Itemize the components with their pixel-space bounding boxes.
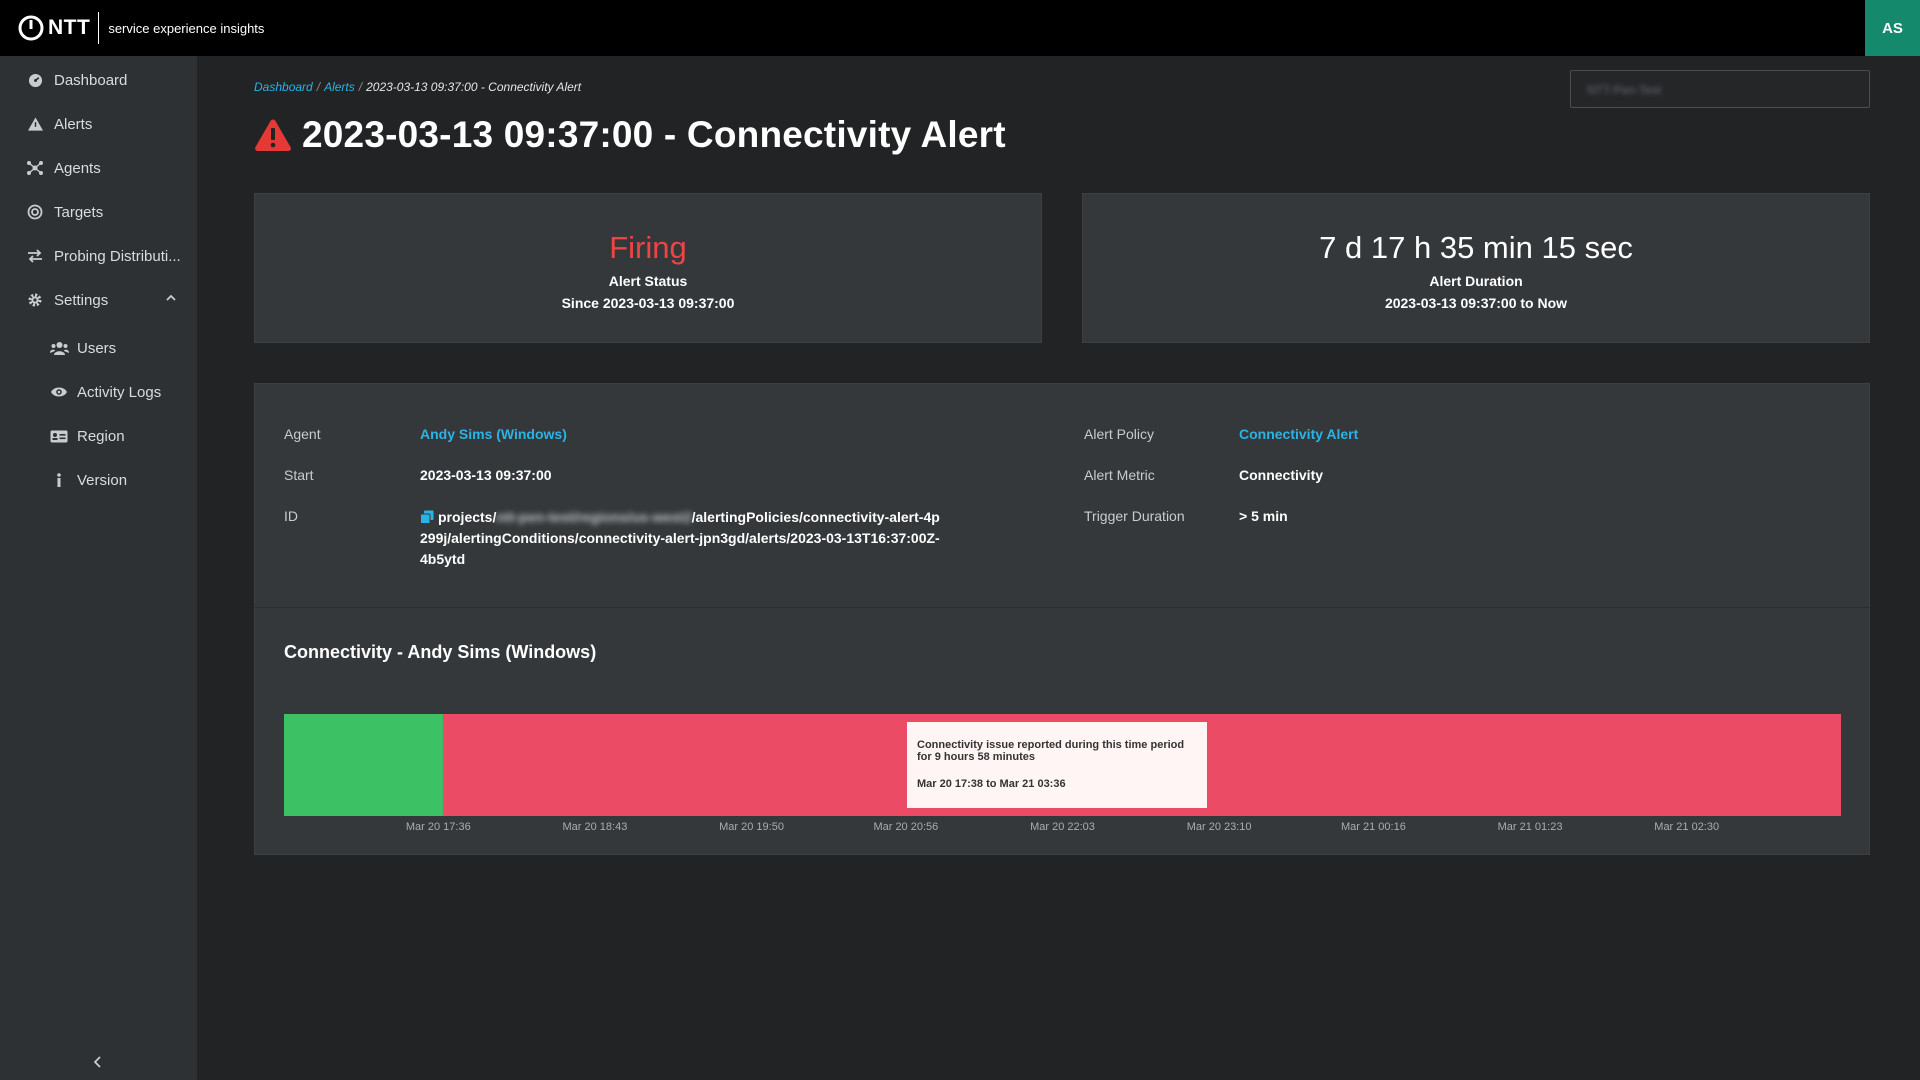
product-subtitle: service experience insights bbox=[108, 20, 265, 36]
start-label: Start bbox=[284, 467, 314, 483]
sidebar-item-label: Users bbox=[77, 339, 117, 357]
project-selector-value: NTT-Pen-Test bbox=[1587, 83, 1662, 97]
tooltip-summary: Connectivity issue reported during this … bbox=[917, 739, 1185, 763]
users-icon bbox=[49, 339, 69, 357]
alert-duration-card: 7 d 17 h 35 min 15 sec Alert Duration 20… bbox=[1082, 193, 1870, 343]
brand-name: NTT bbox=[48, 16, 91, 39]
chevron-up-icon[interactable] bbox=[166, 294, 176, 302]
sidebar-item-targets[interactable]: Targets bbox=[0, 192, 198, 232]
x-tick-label: Mar 21 00:16 bbox=[1341, 821, 1406, 833]
alert-policy-link[interactable]: Connectivity Alert bbox=[1239, 426, 1358, 442]
x-tick-label: Mar 20 19:50 bbox=[719, 821, 784, 833]
alert-id-value: projects/ntt-pen-test/regions/us-west2/a… bbox=[420, 507, 940, 570]
trigger-duration-value: > 5 min bbox=[1239, 508, 1288, 524]
id-label: ID bbox=[284, 508, 298, 524]
sidebar-item-settings[interactable]: Settings bbox=[0, 280, 198, 320]
chart-tooltip: Connectivity issue reported during this … bbox=[907, 722, 1207, 808]
sidebar-item-label: Agents bbox=[54, 159, 101, 177]
x-tick-label: Mar 20 23:10 bbox=[1187, 821, 1252, 833]
gear-icon bbox=[26, 291, 44, 309]
copy-icon[interactable] bbox=[420, 510, 434, 524]
alert-status-since: Since 2023-03-13 09:37:00 bbox=[561, 295, 735, 311]
sidebar-item-label: Region bbox=[77, 427, 125, 445]
alert-duration-label: Alert Duration bbox=[1429, 273, 1523, 289]
sidebar-item-probing-distribution[interactable]: Probing Distributi... bbox=[0, 236, 198, 276]
x-tick-label: Mar 20 18:43 bbox=[563, 821, 628, 833]
dashboard-icon bbox=[26, 71, 44, 89]
eye-icon bbox=[49, 383, 69, 401]
sidebar-item-label: Alerts bbox=[54, 115, 93, 133]
sidebar-item-label: Targets bbox=[54, 203, 104, 221]
project-selector[interactable]: NTT-Pen-Test bbox=[1570, 70, 1870, 108]
start-value: 2023-03-13 09:37:00 bbox=[420, 467, 552, 483]
swap-icon bbox=[26, 247, 44, 265]
chevron-left-icon bbox=[94, 1056, 101, 1068]
x-tick-label: Mar 20 20:56 bbox=[873, 821, 938, 833]
collapse-sidebar-button[interactable] bbox=[88, 1052, 108, 1072]
trigger-duration-label: Trigger Duration bbox=[1084, 508, 1185, 524]
region-icon bbox=[49, 427, 69, 445]
ntt-logo-icon bbox=[18, 15, 44, 41]
user-avatar[interactable]: AS bbox=[1865, 0, 1920, 56]
breadcrumb: Dashboard / Alerts / 2023-03-13 09:37:00… bbox=[254, 80, 581, 94]
alert-duration-range: 2023-03-13 09:37:00 to Now bbox=[1384, 295, 1568, 311]
page-title: 2023-03-13 09:37:00 - Connectivity Alert bbox=[302, 114, 1006, 155]
ntt-logo[interactable]: NTT service experience insights bbox=[18, 12, 265, 44]
sidebar-item-version[interactable]: Version bbox=[0, 460, 198, 500]
page-header: 2023-03-13 09:37:00 - Connectivity Alert bbox=[254, 114, 1006, 156]
sidebar-item-alerts[interactable]: Alerts bbox=[0, 104, 198, 144]
sidebar-item-label: Dashboard bbox=[54, 71, 128, 89]
id-prefix: projects/ bbox=[438, 509, 497, 525]
target-icon bbox=[26, 203, 44, 221]
sidebar-item-activity-logs[interactable]: Activity Logs bbox=[0, 372, 198, 412]
sidebar-item-dashboard[interactable]: Dashboard bbox=[0, 60, 198, 100]
breadcrumb-separator: / bbox=[358, 80, 363, 94]
x-tick-label: Mar 21 01:23 bbox=[1498, 821, 1563, 833]
alert-policy-label: Alert Policy bbox=[1084, 426, 1155, 442]
sidebar: Dashboard Alerts Agents Targets Probing … bbox=[0, 56, 198, 1080]
tooltip-range: Mar 20 17:38 to Mar 21 03:36 bbox=[917, 778, 1066, 790]
connectivity-chart-panel: Connectivity - Andy Sims (Windows) Mar 2… bbox=[254, 608, 1870, 855]
alert-metric-label: Alert Metric bbox=[1084, 467, 1155, 483]
alert-status-card: Firing Alert Status Since 2023-03-13 09:… bbox=[254, 193, 1042, 343]
agent-link[interactable]: Andy Sims (Windows) bbox=[420, 426, 567, 442]
sidebar-item-label: Version bbox=[77, 471, 128, 489]
sidebar-item-label: Settings bbox=[54, 291, 109, 309]
x-tick-label: Mar 20 22:03 bbox=[1030, 821, 1095, 833]
x-tick-label: Mar 21 02:30 bbox=[1654, 821, 1719, 833]
id-redacted-segment: ntt-pen-test/regions/us-west2 bbox=[496, 509, 692, 525]
logo-divider bbox=[98, 12, 100, 44]
breadcrumb-dashboard[interactable]: Dashboard bbox=[254, 80, 313, 94]
breadcrumb-alerts[interactable]: Alerts bbox=[324, 80, 355, 94]
sidebar-item-users[interactable]: Users bbox=[0, 328, 198, 368]
breadcrumb-separator: / bbox=[316, 80, 321, 94]
info-icon bbox=[49, 471, 69, 489]
sidebar-item-agents[interactable]: Agents bbox=[0, 148, 198, 188]
breadcrumb-current: 2023-03-13 09:37:00 - Connectivity Alert bbox=[366, 80, 582, 94]
top-bar: NTT service experience insights AS bbox=[0, 0, 1920, 56]
alert-duration-value: 7 d 17 h 35 min 15 sec bbox=[1319, 230, 1633, 265]
sidebar-item-label: Probing Distributi... bbox=[54, 247, 181, 265]
agents-icon bbox=[26, 159, 44, 177]
alert-metric-value: Connectivity bbox=[1239, 467, 1324, 483]
sidebar-item-region[interactable]: Region bbox=[0, 416, 198, 456]
alert-icon bbox=[26, 115, 44, 133]
warning-icon bbox=[255, 119, 291, 151]
sidebar-item-label: Activity Logs bbox=[77, 383, 162, 401]
x-tick-label: Mar 20 17:36 bbox=[406, 821, 471, 833]
timeline-segment-ok[interactable] bbox=[284, 714, 443, 816]
alert-status-label: Alert Status bbox=[608, 273, 688, 289]
agent-label: Agent bbox=[284, 426, 321, 442]
alert-status-value: Firing bbox=[609, 230, 687, 265]
alert-details-panel: Agent Andy Sims (Windows) Start 2023-03-… bbox=[254, 383, 1870, 608]
